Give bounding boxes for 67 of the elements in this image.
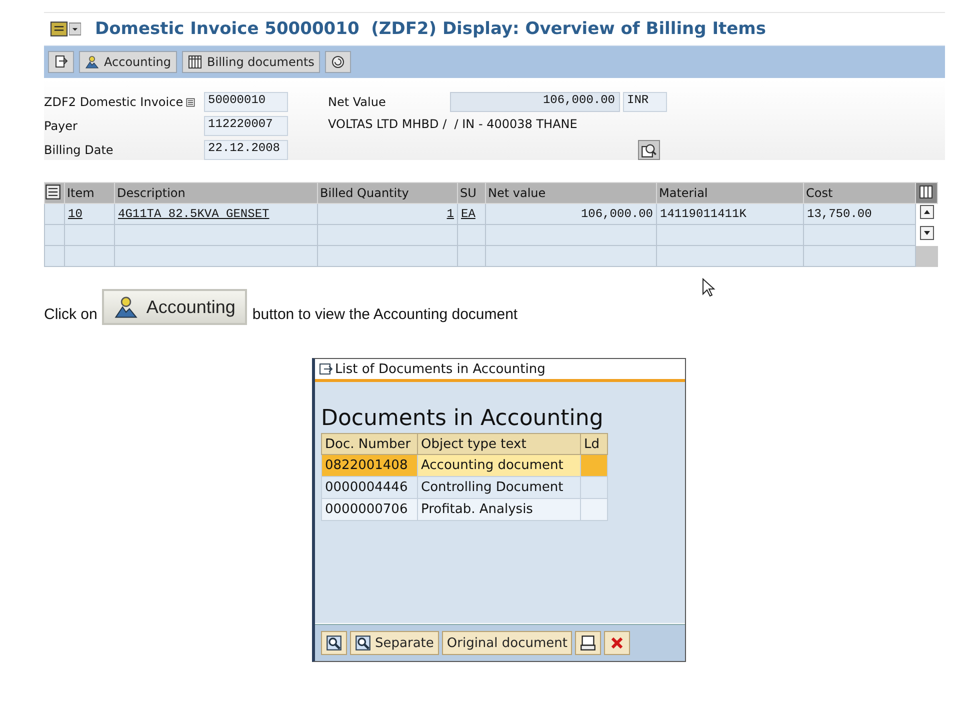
mouse-cursor-icon (702, 278, 716, 298)
menu-icon (50, 21, 68, 37)
cancel-icon (609, 635, 626, 651)
column-header[interactable]: Cost (804, 182, 916, 204)
column-settings-icon (919, 184, 933, 198)
table-cell: 106,000.00 (486, 204, 656, 224)
select-all-icon (46, 184, 61, 200)
column-header[interactable]: Object type text (418, 434, 580, 454)
dropdown-icon (69, 21, 81, 37)
cancel-button[interactable] (604, 631, 630, 655)
address-icon (641, 142, 657, 158)
column-header[interactable]: Billed Quantity (318, 182, 458, 204)
address-button[interactable] (638, 140, 660, 160)
table-cell: Controlling Document (418, 476, 580, 498)
column-header[interactable]: Material (656, 182, 804, 204)
toolbar-button[interactable]: Separate (350, 631, 439, 655)
column-header[interactable]: Net value (486, 182, 656, 204)
print-button[interactable] (575, 631, 602, 655)
input-field[interactable]: 112220007 (204, 116, 288, 136)
field-label: Payer (44, 119, 78, 133)
payer-address: VOLTAS LTD MHBD / / IN - 400038 THANE (328, 117, 578, 131)
table-row[interactable]: 0000000706 Profitab. Analysis (322, 498, 608, 520)
column-header[interactable]: Item (64, 182, 114, 204)
table-cell: 0822001408 (322, 454, 418, 476)
column-header[interactable]: Description (114, 182, 318, 204)
person-icon (114, 295, 138, 319)
table-link[interactable]: 1 (446, 207, 454, 221)
table-row[interactable]: 0822001408 Accounting document (322, 454, 608, 476)
circle-icon (331, 55, 346, 69)
toolbar-button[interactable]: Billing documents (182, 51, 320, 73)
input-field[interactable]: 22.12.2008 (204, 140, 288, 160)
zoom-icon (326, 635, 342, 651)
accounting-button[interactable]: Accounting (102, 289, 248, 325)
table-cell: 0000000706 (322, 498, 418, 520)
field-label: Billing Date (44, 142, 114, 157)
table-cell: 0000004446 (322, 476, 418, 498)
popup-icon (319, 362, 333, 376)
list-heading: Documents in Accounting (321, 406, 604, 431)
print-icon (580, 635, 596, 651)
instruction-text: button to view the Accounting document (252, 306, 518, 322)
document-icon (54, 55, 68, 69)
field-label: Net Value (328, 95, 387, 109)
toolbar-button[interactable]: Original document (442, 631, 572, 655)
input-field[interactable]: 106,000.00 (450, 92, 620, 112)
table-cell: Accounting document (418, 454, 580, 476)
note-icon (186, 96, 196, 108)
zoom-icon (355, 635, 371, 651)
person-icon (85, 55, 99, 69)
toolbar-icon-button[interactable] (48, 51, 74, 73)
column-header[interactable]: Doc. Number (322, 434, 418, 454)
toolbar-button[interactable]: Accounting (79, 51, 178, 73)
input-field[interactable]: 50000010 (204, 92, 288, 112)
column-header[interactable]: Ld (580, 434, 608, 454)
column-header[interactable]: SU (458, 182, 486, 204)
instruction-text: Click on (44, 306, 98, 322)
input-field[interactable]: INR (623, 92, 667, 112)
table-cell: 13,750.00 (804, 204, 916, 224)
zoom-button[interactable] (321, 631, 347, 655)
field-label: ZDF2 Domestic Invoice (44, 95, 184, 110)
table-cell: 14119011411K (656, 204, 804, 224)
grid-icon (188, 55, 202, 69)
toolbar-icon-button[interactable] (325, 51, 352, 73)
window-title: Domestic Invoice 50000010 (ZDF2) Display: Overview of Billing Items (95, 19, 766, 39)
table-row[interactable]: 0000004446 Controlling Document (322, 476, 608, 498)
table-cell: Profitab. Analysis (418, 498, 580, 520)
table-link[interactable]: 10 (68, 207, 82, 221)
dialog-title: List of Documents in Accounting (335, 362, 546, 376)
